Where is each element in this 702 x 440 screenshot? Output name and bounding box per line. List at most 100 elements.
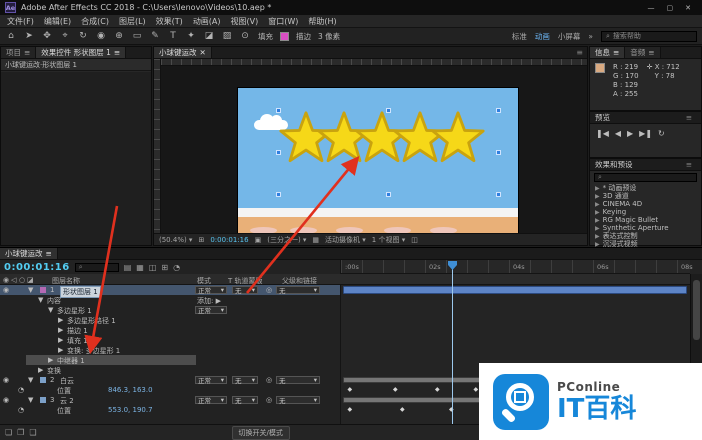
- menu-item[interactable]: 文件(F): [7, 16, 34, 27]
- workspace-active[interactable]: 动画: [535, 31, 550, 42]
- expand-layers-icon[interactable]: ❏: [5, 428, 12, 437]
- eye-icon[interactable]: ◉: [3, 376, 9, 384]
- layer-color-label[interactable]: [40, 287, 46, 293]
- track-row[interactable]: [340, 335, 690, 345]
- play-button[interactable]: ▶: [627, 129, 633, 138]
- blend-mode-select[interactable]: 正常▾: [195, 286, 227, 294]
- property-value[interactable]: 846.3, 163.0: [108, 386, 153, 394]
- current-timecode[interactable]: 0:00:01:16: [4, 262, 70, 273]
- effects-category[interactable]: ▶3D 通道: [590, 192, 701, 200]
- composition-canvas[interactable]: [238, 88, 518, 233]
- parent-pickwhip-icon[interactable]: ◎: [266, 376, 272, 384]
- pen-tool[interactable]: ✎: [149, 31, 161, 41]
- hide-shy-icon[interactable]: ◫: [149, 263, 157, 272]
- keyframe-icon[interactable]: ◆: [400, 406, 405, 413]
- workspace-overflow-button[interactable]: »: [588, 32, 593, 41]
- camera-tool[interactable]: ◉: [95, 31, 107, 41]
- grid-options-icon[interactable]: ⊞: [198, 236, 204, 244]
- keyframe-icon[interactable]: ◆: [435, 386, 440, 393]
- track-row[interactable]: [340, 295, 690, 305]
- text-tool[interactable]: T: [167, 31, 179, 41]
- twirl-icon[interactable]: ▶: [595, 193, 600, 200]
- star-shape[interactable]: [319, 113, 369, 161]
- twirl-icon[interactable]: ▶: [38, 366, 43, 374]
- keyframe-icon[interactable]: ◆: [348, 386, 353, 393]
- twirl-icon[interactable]: ▼: [38, 296, 43, 304]
- frame-blend-icon[interactable]: ⊞: [161, 263, 168, 272]
- blend-mode-select[interactable]: 正常▾: [195, 376, 227, 384]
- composition-viewer[interactable]: [154, 59, 587, 233]
- layer-duration-bar[interactable]: [343, 286, 687, 294]
- track-row[interactable]: [340, 345, 690, 355]
- selection-handle[interactable]: [276, 108, 281, 113]
- stopwatch-icon[interactable]: ◔: [18, 386, 24, 394]
- magnification-select[interactable]: (50.4%) ▾: [159, 236, 192, 244]
- property-row[interactable]: ▶描边 1: [0, 325, 690, 335]
- parent-pickwhip-icon[interactable]: ◎: [266, 396, 272, 404]
- panel-menu-icon[interactable]: ≡: [682, 113, 696, 122]
- clone-stamp-tool[interactable]: ◪: [203, 31, 215, 41]
- panel-menu-icon[interactable]: ≡: [114, 48, 120, 57]
- twirl-icon[interactable]: ▼: [28, 286, 33, 294]
- expand-graph-icon[interactable]: ❑: [29, 428, 36, 437]
- effects-search-box[interactable]: ⌕: [594, 173, 697, 182]
- panel-menu-icon[interactable]: ≡: [682, 160, 696, 169]
- lock-column-icon[interactable]: ◪: [27, 276, 34, 284]
- home-tool[interactable]: ⌂: [5, 31, 17, 41]
- blend-mode-select[interactable]: 正常▾: [195, 396, 227, 404]
- panel-menu-icon[interactable]: ≡: [613, 48, 619, 57]
- track-row[interactable]: [340, 285, 690, 295]
- roi-icon[interactable]: ▦: [312, 236, 319, 244]
- twirl-icon[interactable]: ▶: [48, 356, 53, 364]
- property-row[interactable]: ▶填充 1: [0, 335, 690, 345]
- comp-mini-flowchart-icon[interactable]: ▤: [124, 263, 132, 272]
- minimize-button[interactable]: —: [648, 4, 655, 12]
- close-button[interactable]: ✕: [685, 4, 691, 12]
- twirl-icon[interactable]: ▶: [595, 209, 600, 216]
- tab-close-icon[interactable]: ✕: [200, 48, 206, 57]
- effects-category[interactable]: ▶RG Magic Bullet: [590, 216, 701, 224]
- eye-icon[interactable]: ◉: [3, 396, 9, 404]
- selection-handle[interactable]: [496, 150, 501, 155]
- keyframe-icon[interactable]: ◆: [474, 386, 479, 393]
- star-shape[interactable]: [433, 113, 483, 161]
- twirl-icon[interactable]: ▶: [58, 336, 63, 344]
- trackmatte-select[interactable]: 无▾: [232, 396, 258, 404]
- audio-column-icon[interactable]: ◁: [11, 276, 16, 284]
- twirl-icon[interactable]: ▶: [595, 185, 600, 192]
- effects-category[interactable]: ▶Keying: [590, 208, 701, 216]
- solo-column-icon[interactable]: ○: [19, 276, 25, 284]
- parent-select[interactable]: 无▾: [276, 396, 320, 404]
- menu-item[interactable]: 帮助(H): [308, 16, 336, 27]
- brush-tool[interactable]: ✦: [185, 31, 197, 41]
- motion-blur-icon[interactable]: ◔: [173, 263, 180, 272]
- trackmatte-select[interactable]: 无▾: [232, 286, 258, 294]
- keyframe-icon[interactable]: ◆: [348, 406, 353, 413]
- resolution-select[interactable]: (三分之一) ▾: [267, 235, 306, 245]
- eye-column-icon[interactable]: ◉: [3, 276, 9, 284]
- parent-select[interactable]: 无▾: [276, 286, 320, 294]
- tab-timeline-composition[interactable]: 小球键运改≡: [0, 248, 58, 259]
- menu-item[interactable]: 图层(L): [119, 16, 146, 27]
- keyframe-icon[interactable]: ◆: [393, 386, 398, 393]
- tab-info[interactable]: 信息≡: [590, 47, 625, 58]
- selection-handle[interactable]: [276, 150, 281, 155]
- puppet-tool[interactable]: ⊙: [239, 31, 251, 41]
- parent-pickwhip-icon[interactable]: ◎: [266, 286, 272, 294]
- time-ruler[interactable]: :00s02s04s06s08s: [340, 260, 690, 274]
- twirl-icon[interactable]: ▶: [595, 225, 600, 232]
- star-shape[interactable]: [281, 113, 331, 161]
- timeline-search-box[interactable]: ⌕: [75, 263, 119, 272]
- go-to-start-button[interactable]: ❚◀: [596, 129, 609, 138]
- view-layout-select[interactable]: 1 个视图 ▾: [372, 235, 405, 245]
- selection-handle[interactable]: [496, 108, 501, 113]
- menu-item[interactable]: 合成(C): [81, 16, 109, 27]
- toggle-switches-modes-button[interactable]: 切换开关/模式: [232, 426, 290, 440]
- selection-handle[interactable]: [386, 192, 391, 197]
- track-row[interactable]: [340, 315, 690, 325]
- property-row[interactable]: ▼多边星形 1正常▾: [0, 305, 690, 315]
- layer-color-label[interactable]: [40, 377, 46, 383]
- shape-tool[interactable]: ▭: [131, 31, 143, 41]
- workspace-item[interactable]: 小屏幕: [558, 31, 581, 42]
- property-row[interactable]: ▼内容添加: ▶: [0, 295, 690, 305]
